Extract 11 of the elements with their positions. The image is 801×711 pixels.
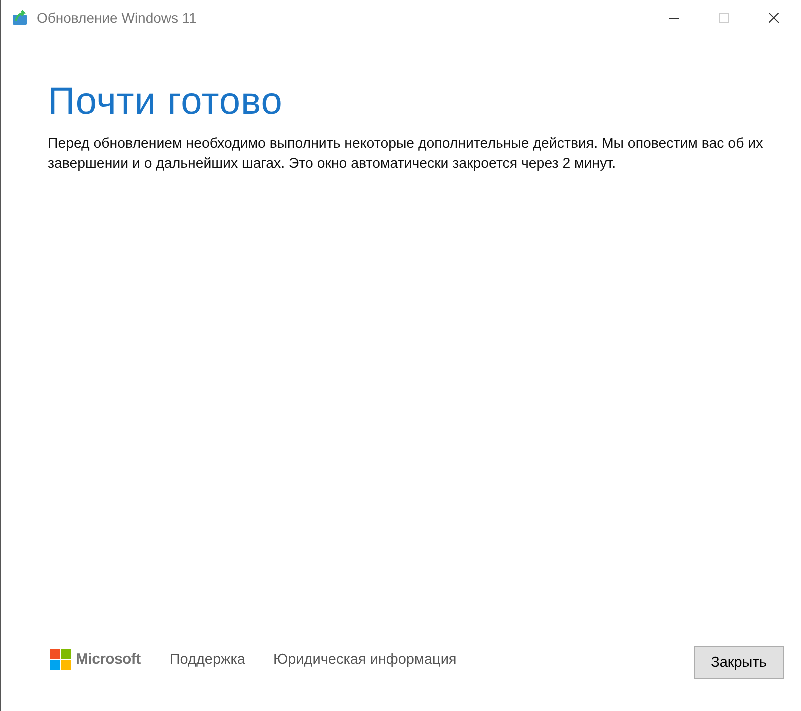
close-icon xyxy=(768,12,780,24)
page-heading: Почти готово xyxy=(48,81,284,124)
footer-link[interactable]: Юридическая информация xyxy=(273,652,457,668)
maximize-icon xyxy=(718,12,730,24)
window-title: Обновление Windows 11 xyxy=(37,10,197,26)
footer-link[interactable]: Поддержка xyxy=(170,652,246,668)
microsoft-logo-icon xyxy=(50,649,71,670)
message-text: Перед обновлением необходимо выполнить некоторые дополнительные действия. Мы оповестим вас об их завершении и о дальнейших шагах. Это окно автоматически закроется через 2 минут. xyxy=(48,135,764,174)
close-button[interactable]: Закрыть xyxy=(694,646,784,679)
app-icon xyxy=(12,10,28,26)
brand-name: Microsoft xyxy=(76,651,141,668)
